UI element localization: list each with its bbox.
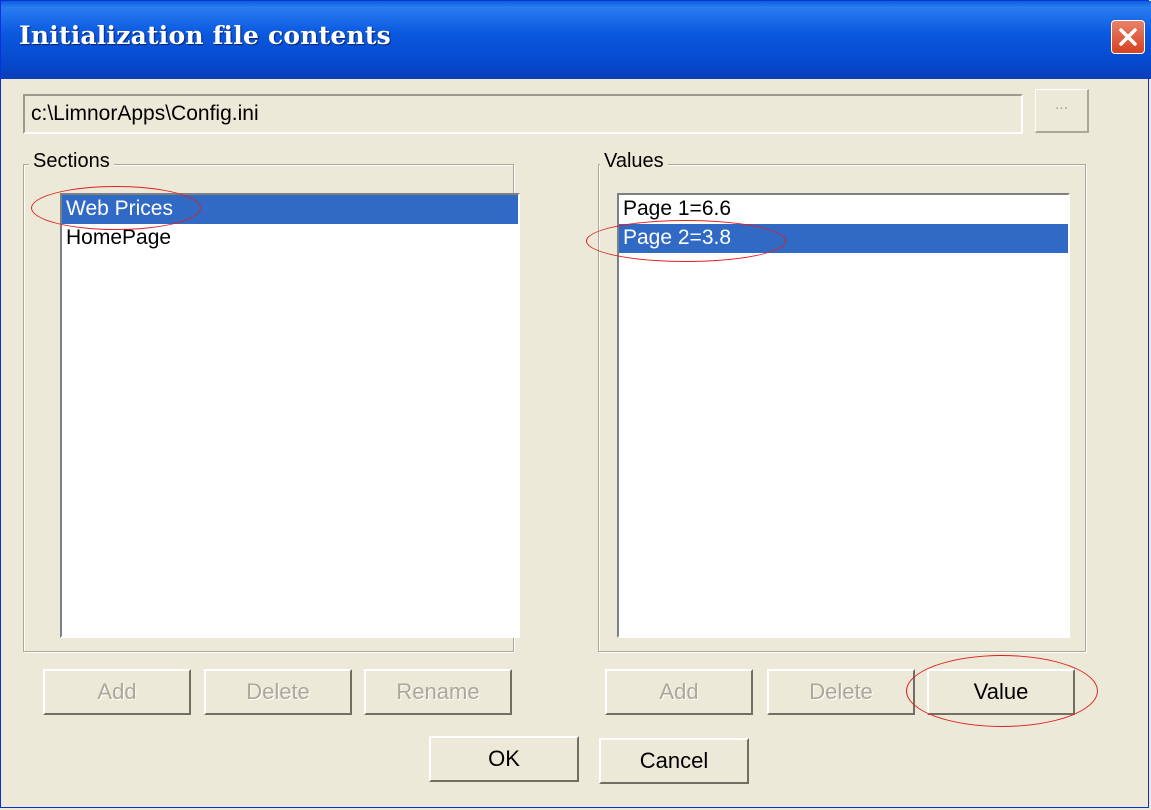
window-title: Initialization file contents — [19, 21, 391, 50]
annotation-ellipse — [586, 220, 786, 262]
sections-list[interactable]: Web Prices HomePage — [60, 193, 520, 638]
values-add-button[interactable]: Add — [605, 669, 753, 715]
sections-delete-button[interactable]: Delete — [204, 669, 352, 715]
annotation-ellipse — [31, 186, 201, 230]
dialog-window: Initialization file contents c:\LimnorAp… — [0, 0, 1151, 808]
close-button[interactable] — [1111, 20, 1145, 54]
browse-button[interactable]: ... — [1035, 89, 1089, 133]
sections-rename-button[interactable]: Rename — [364, 669, 512, 715]
annotation-ellipse — [906, 655, 1098, 727]
values-delete-button[interactable]: Delete — [767, 669, 915, 715]
sections-add-button[interactable]: Add — [43, 669, 191, 715]
sections-group: Sections Web Prices HomePage — [23, 150, 520, 652]
ok-button[interactable]: OK — [429, 736, 579, 782]
cancel-button[interactable]: Cancel — [599, 738, 749, 784]
sections-group-label: Sections — [29, 150, 114, 173]
close-icon — [1119, 28, 1137, 46]
values-group-label: Values — [600, 150, 668, 173]
title-bar[interactable]: Initialization file contents — [1, 1, 1151, 79]
file-path-field[interactable]: c:\LimnorApps\Config.ini — [23, 94, 1023, 134]
